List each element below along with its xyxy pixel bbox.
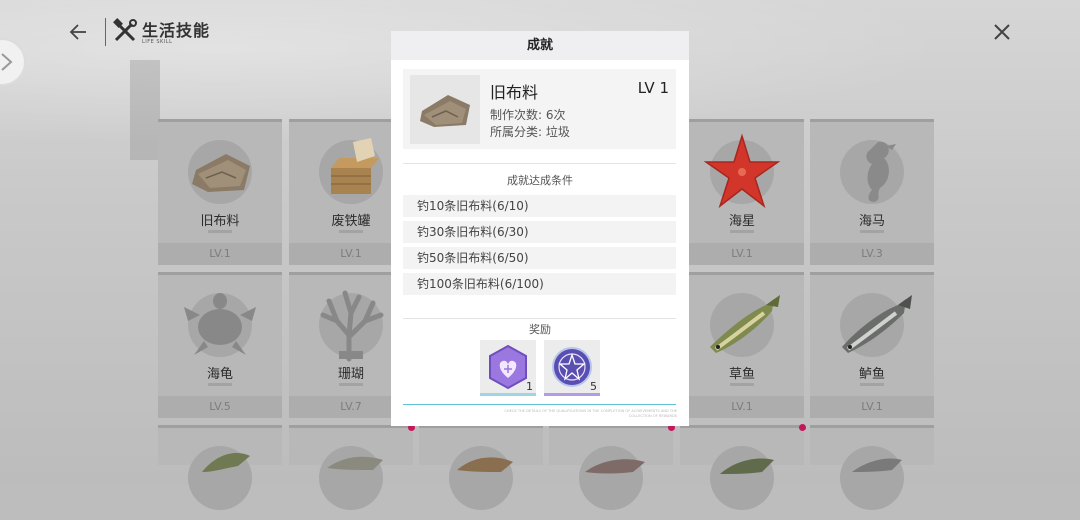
card-name: 旧布料 bbox=[200, 214, 240, 229]
item-name: 旧布料 bbox=[490, 83, 539, 102]
card-level: LV.1 bbox=[158, 243, 282, 265]
item-card-partial[interactable] bbox=[289, 425, 413, 510]
fish-icon bbox=[720, 458, 774, 474]
fish-icon bbox=[585, 459, 645, 474]
card-progress-bar bbox=[730, 383, 754, 386]
section-divider bbox=[403, 163, 676, 164]
card-level: LV.1 bbox=[680, 243, 804, 265]
card-level: LV.3 bbox=[810, 243, 934, 265]
card-progress-bar bbox=[339, 383, 363, 386]
fish-icon bbox=[327, 456, 383, 470]
coral-icon bbox=[320, 290, 384, 362]
modal-fineprint: CHECK THE DETAILS OF THE QUALIFICATIONS … bbox=[504, 409, 677, 418]
fish-icon bbox=[457, 457, 513, 472]
item-card-grass-carp[interactable]: 草鱼 LV.1 bbox=[680, 272, 804, 418]
item-card-partial[interactable] bbox=[158, 425, 282, 510]
card-progress-bar bbox=[339, 230, 363, 233]
item-card-turtle[interactable]: 海龟 LV.5 bbox=[158, 272, 282, 418]
modal-accent-line bbox=[403, 404, 676, 405]
card-name: 海龟 bbox=[206, 367, 233, 382]
modal-title: 成就 bbox=[391, 31, 689, 60]
item-card-partial[interactable] bbox=[549, 425, 673, 510]
achievement-modal: 成就 旧布料 LV 1 制作次数: 6次 所属分类: 垃圾 成就达成条件 钓10… bbox=[391, 31, 689, 426]
conditions-title: 成就达成条件 bbox=[507, 174, 573, 187]
condition-row: 钓30条旧布料(6/30) bbox=[403, 221, 676, 243]
card-level: LV.5 bbox=[158, 396, 282, 418]
card-name: 海星 bbox=[728, 214, 755, 229]
item-card-seahorse[interactable]: 海马 LV.3 bbox=[810, 119, 934, 265]
card-progress-bar bbox=[208, 230, 232, 233]
notification-dot bbox=[799, 424, 806, 431]
turtle-icon bbox=[184, 293, 256, 355]
card-level: LV.1 bbox=[810, 396, 934, 418]
condition-row: 钓10条旧布料(6/10) bbox=[403, 195, 676, 217]
item-card-starfish[interactable]: 海星 LV.1 bbox=[680, 119, 804, 265]
card-name: 草鱼 bbox=[728, 367, 755, 382]
reward-item-pentagram[interactable]: 5 bbox=[544, 340, 600, 396]
rewards-title: 奖励 bbox=[529, 323, 551, 336]
reward-rarity-bar bbox=[544, 393, 600, 396]
reward-item-heart[interactable]: 1 bbox=[480, 340, 536, 396]
grass-carp-icon bbox=[710, 295, 780, 353]
item-craft-count: 制作次数: 6次 bbox=[490, 108, 566, 122]
card-progress-bar bbox=[860, 230, 884, 233]
fish-icon bbox=[202, 453, 250, 472]
section-divider bbox=[403, 318, 676, 319]
item-card-partial[interactable] bbox=[419, 425, 543, 510]
card-progress-bar bbox=[208, 383, 232, 386]
condition-row: 钓50条旧布料(6/50) bbox=[403, 247, 676, 269]
item-icon-frame bbox=[410, 75, 480, 144]
item-category: 所属分类: 垃圾 bbox=[490, 125, 570, 139]
reward-count: 5 bbox=[590, 380, 597, 393]
item-card-cloth[interactable]: 旧布料 LV.1 bbox=[158, 119, 282, 265]
item-card-partial[interactable] bbox=[810, 425, 934, 510]
iron-can-icon bbox=[331, 138, 379, 194]
reward-count: 1 bbox=[526, 380, 533, 393]
item-level: LV 1 bbox=[637, 79, 669, 97]
item-card-bass[interactable]: 鲈鱼 LV.1 bbox=[810, 272, 934, 418]
bass-icon bbox=[842, 295, 912, 353]
cloth-icon bbox=[192, 154, 250, 192]
card-name: 海马 bbox=[858, 214, 885, 229]
reward-rarity-bar bbox=[480, 393, 536, 396]
card-name: 鲈鱼 bbox=[858, 367, 885, 382]
card-progress-bar bbox=[860, 383, 884, 386]
fish-icon bbox=[852, 458, 902, 472]
condition-row: 钓100条旧布料(6/100) bbox=[403, 273, 676, 295]
card-progress-bar bbox=[730, 230, 754, 233]
cloth-icon bbox=[420, 95, 470, 127]
item-summary: 旧布料 LV 1 制作次数: 6次 所属分类: 垃圾 bbox=[403, 69, 676, 149]
seahorse-icon bbox=[866, 141, 896, 202]
card-level: LV.1 bbox=[680, 396, 804, 418]
starfish-icon bbox=[703, 133, 781, 209]
item-card-partial[interactable] bbox=[680, 425, 804, 510]
